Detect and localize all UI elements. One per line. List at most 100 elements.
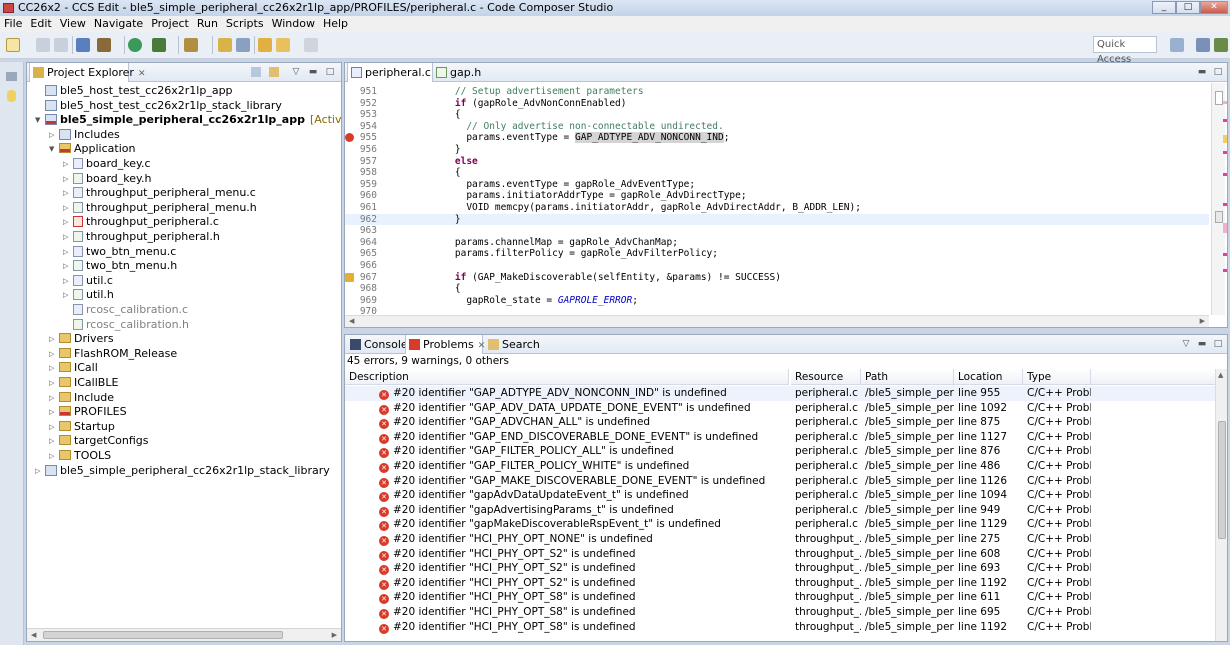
open-perspective-icon[interactable] (1170, 38, 1184, 52)
collapsed-icon[interactable]: ▷ (63, 172, 73, 186)
code-line[interactable]: 962 } (345, 213, 1209, 226)
menu-run[interactable]: Run (193, 16, 222, 32)
collapsed-icon[interactable]: ▷ (49, 449, 59, 463)
menu-window[interactable]: Window (268, 16, 319, 32)
problem-row[interactable]: ✕ #20 identifier "GAP_END_DISCOVERABLE_DO… (345, 430, 1215, 445)
editor-horizontal-scrollbar[interactable]: ◀ ▶ (345, 315, 1209, 327)
collapsed-icon[interactable]: ▷ (49, 434, 59, 448)
tab-peripheral-c[interactable]: peripheral.c✕ (347, 63, 442, 82)
problem-row[interactable]: ✕ #20 identifier "GAP_ADVCHAN_ALL" is und… (345, 415, 1215, 430)
code-line[interactable]: 968 { (345, 283, 1209, 295)
code-line[interactable]: 955 params.eventType = GAP_ADTYPE_ADV_NO… (345, 132, 1209, 144)
tree-item[interactable]: ▷ two_btn_menu.c (63, 245, 176, 259)
collapsed-icon[interactable]: ▷ (49, 332, 59, 346)
tree-item[interactable]: ▷ throughput_peripheral.h (63, 230, 220, 244)
menu-help[interactable]: Help (319, 16, 352, 32)
tree-item[interactable]: ▷ Include (49, 391, 114, 405)
tree-item[interactable]: ▷ util.c (63, 274, 113, 288)
tree-item[interactable]: ▷ FlashROM_Release (49, 347, 177, 361)
tree-item[interactable]: ▷ util.h (63, 288, 114, 302)
tree-item[interactable]: ▷ board_key.c (63, 157, 151, 171)
close-button[interactable]: ✕ (1200, 1, 1228, 14)
code-editor[interactable]: 951 // Setup advertisement parameters 952… (345, 83, 1209, 314)
tree-item[interactable]: ▷ throughput_peripheral_menu.h (63, 201, 257, 215)
tree-item[interactable]: ble5_host_test_cc26x2r1lp_app (35, 84, 233, 98)
tree-item[interactable]: ▷ ICall (49, 361, 98, 375)
maximize-view-icon[interactable]: □ (1213, 67, 1223, 77)
bulb-icon[interactable] (7, 90, 16, 102)
code-line[interactable]: 961 VOID memcpy(params.initiatorAddr, ga… (345, 202, 1209, 214)
tree-item[interactable]: ble5_host_test_cc26x2r1lp_stack_library (35, 99, 282, 113)
collapse-all-icon[interactable] (251, 67, 261, 77)
quick-access-input[interactable]: Quick Access (1093, 36, 1157, 65)
problem-row[interactable]: ✕ #20 identifier "HCI_PHY_OPT_S2" is unde… (345, 547, 1215, 562)
tree-item[interactable]: ▷ Includes (49, 128, 120, 142)
minimize-button[interactable]: _ (1152, 1, 1176, 14)
collapsed-icon[interactable]: ▷ (49, 361, 59, 375)
expanded-icon[interactable]: ▼ (35, 113, 45, 127)
save-icon[interactable] (36, 38, 50, 52)
view-menu-icon[interactable]: ▽ (291, 67, 301, 77)
problems-vertical-scrollbar[interactable]: ▲ (1215, 369, 1227, 641)
horizontal-scrollbar[interactable]: ◀ ▶ (27, 628, 341, 641)
column-resource[interactable]: Resource (791, 369, 861, 385)
collapsed-icon[interactable]: ▷ (63, 215, 73, 229)
minimize-view-icon[interactable]: ▬ (1197, 67, 1207, 77)
collapsed-icon[interactable]: ▷ (63, 288, 73, 302)
expanded-icon[interactable]: ▼ (49, 142, 59, 156)
code-line[interactable]: 959 params.eventType = gapRole_AdvEventT… (345, 179, 1209, 191)
column-location[interactable]: Location (954, 369, 1023, 385)
scroll-thumb[interactable] (1215, 211, 1223, 223)
code-line[interactable]: 953 { (345, 109, 1209, 121)
forward-arrow-icon[interactable] (304, 38, 318, 52)
problem-row[interactable]: ✕ #20 identifier "HCI_PHY_OPT_S8" is unde… (345, 605, 1215, 620)
code-line[interactable]: 964 params.channelMap = gapRole_AdvChanM… (345, 237, 1209, 249)
close-icon[interactable]: ✕ (138, 69, 146, 79)
collapsed-icon[interactable]: ▷ (63, 201, 73, 215)
maximize-button[interactable]: □ (1176, 1, 1200, 14)
problem-row[interactable]: ✕ #20 identifier "HCI_PHY_OPT_NONE" is un… (345, 532, 1215, 547)
collapsed-icon[interactable]: ▷ (63, 157, 73, 171)
ccs-debug-perspective-icon[interactable] (1214, 38, 1228, 52)
code-line[interactable]: 958 { (345, 167, 1209, 179)
code-line[interactable]: 970 (345, 306, 1209, 314)
problem-row[interactable]: ✕ #20 identifier "HCI_PHY_OPT_S8" is unde… (345, 590, 1215, 605)
menu-edit[interactable]: Edit (26, 16, 55, 32)
tab-gap-h[interactable]: gap.h (433, 63, 497, 82)
menu-navigate[interactable]: Navigate (90, 16, 147, 32)
link-editor-icon[interactable] (269, 67, 279, 77)
tree-item[interactable]: ▼ Application (49, 142, 135, 156)
tree-item[interactable]: ▷ throughput_peripheral_menu.c (63, 186, 256, 200)
view-menu-icon[interactable]: ▽ (1181, 339, 1191, 349)
problem-row[interactable]: ✕ #20 identifier "gapAdvertisingParams_t"… (345, 503, 1215, 518)
new-icon[interactable] (6, 38, 20, 52)
problem-row[interactable]: ✕ #20 identifier "GAP_FILTER_POLICY_ALL" … (345, 444, 1215, 459)
problem-row[interactable]: ✕ #20 identifier "HCI_PHY_OPT_S2" is unde… (345, 576, 1215, 591)
tab-search[interactable]: Search (485, 335, 541, 354)
column-description[interactable]: Description (345, 369, 789, 385)
problem-row[interactable]: ✕ #20 identifier "GAP_ADV_DATA_UPDATE_DON… (345, 401, 1215, 416)
tab-problems[interactable]: Problems ✕ (405, 335, 485, 354)
code-line[interactable]: 956 } (345, 144, 1209, 156)
menu-project[interactable]: Project (147, 16, 193, 32)
maximize-view-icon[interactable]: □ (325, 67, 335, 77)
code-line[interactable]: 951 // Setup advertisement parameters (345, 86, 1209, 98)
ccs-edit-perspective-icon[interactable] (1196, 38, 1210, 52)
tree-item[interactable]: ▷ two_btn_menu.h (63, 259, 177, 273)
open-type-icon[interactable] (218, 38, 232, 52)
problem-row[interactable]: ✕ #20 identifier "GAP_MAKE_DISCOVERABLE_D… (345, 474, 1215, 489)
terminal-icon[interactable] (76, 38, 90, 52)
problem-row[interactable]: ✕ #20 identifier "gapMakeDiscoverableRspE… (345, 517, 1215, 532)
collapsed-icon[interactable]: ▷ (49, 128, 59, 142)
problem-row[interactable]: ✕ #20 identifier "gapAdvDataUpdateEvent_t… (345, 488, 1215, 503)
minimize-view-icon[interactable]: ▬ (1197, 339, 1207, 349)
overview-ruler[interactable] (1211, 83, 1225, 315)
menu-file[interactable]: File (0, 16, 26, 32)
tab-console[interactable]: Console (347, 335, 408, 354)
minimize-view-icon[interactable]: ▬ (308, 67, 318, 77)
build-hammer-icon[interactable] (97, 38, 111, 52)
menu-scripts[interactable]: Scripts (222, 16, 268, 32)
tree-item[interactable]: rcosc_calibration.h (63, 318, 189, 332)
tab-project-explorer[interactable]: Project Explorer ✕ (29, 63, 145, 82)
tree-item[interactable]: ▷ ble5_simple_peripheral_cc26x2r1lp_stack… (35, 464, 330, 478)
